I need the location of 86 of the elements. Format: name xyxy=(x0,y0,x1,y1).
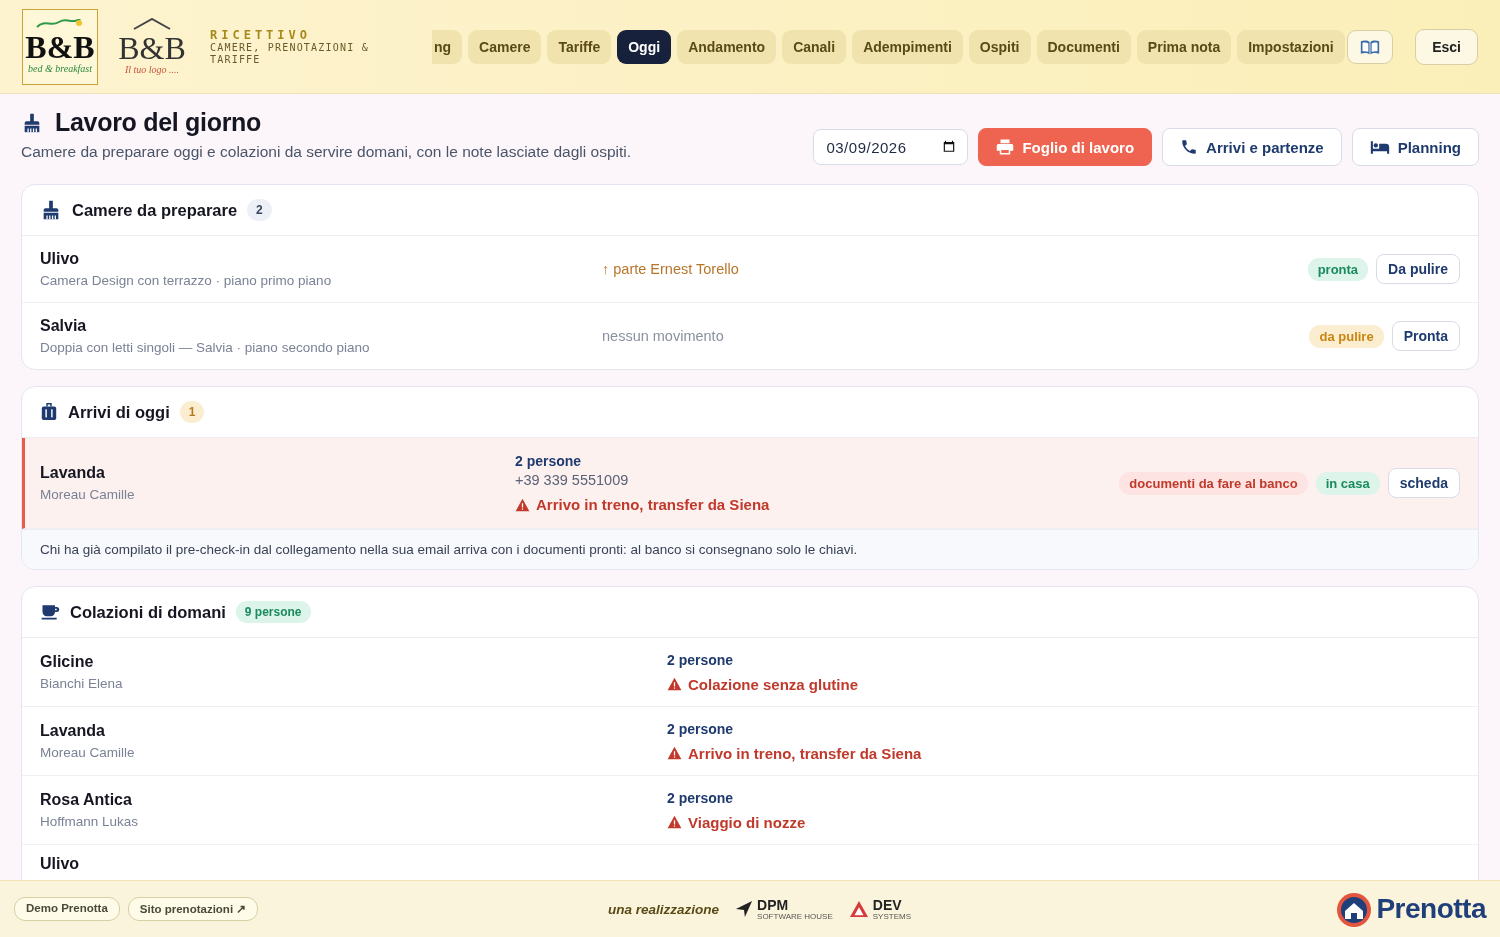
room-name: Glicine xyxy=(40,653,95,671)
nav-tab[interactable]: Adempimenti xyxy=(852,29,963,64)
guest-name: Hoffmann Lukas xyxy=(40,814,140,829)
logout-button[interactable]: Esci xyxy=(1415,28,1478,65)
room-name: Ulivo xyxy=(40,250,81,268)
room-name: Lavanda xyxy=(40,722,106,740)
nav-tab[interactable]: Camere xyxy=(468,29,542,64)
room-name: Salvia xyxy=(40,317,88,335)
date-field[interactable]: 03/09/2026 xyxy=(813,129,969,165)
bed-icon xyxy=(1369,138,1390,156)
guest-note: Colazione senza glutine xyxy=(667,675,1460,693)
landscape-icon xyxy=(35,19,85,29)
status-tag: da pulire xyxy=(1309,324,1384,348)
book-icon xyxy=(1360,38,1381,55)
partner-name: DEV xyxy=(872,897,903,912)
status-button[interactable]: Da pulire xyxy=(1376,254,1460,284)
details-button[interactable]: scheda xyxy=(1387,468,1460,498)
logo-text: B&B xyxy=(118,32,186,64)
room-detail: Doppia con letti singoli — Salvia · piano secondo piano xyxy=(40,340,371,355)
brand-title: RICETTIVO xyxy=(210,27,313,42)
count-badge: 2 xyxy=(247,199,272,221)
phone-icon xyxy=(1180,138,1199,156)
room-name: Lavanda xyxy=(40,464,106,482)
nav-tab[interactable]: ng xyxy=(432,29,463,64)
cup-icon xyxy=(40,602,60,622)
section-title: Colazioni di domani xyxy=(70,602,226,622)
guest-note: Arrivo in treno, transfer da Siena xyxy=(667,744,1460,762)
status-tag: documenti da fare al banco xyxy=(1119,471,1308,495)
movement-text: ↑ parte Ernest Torello xyxy=(602,261,740,277)
partner-tagline: SYSTEMS xyxy=(872,912,911,921)
guest-name: Moreau Camille xyxy=(40,745,136,760)
logo-caption: bed & breakfast xyxy=(27,63,93,74)
footer-link[interactable]: Demo Prenotta xyxy=(14,897,120,921)
product-logo: Prenotta xyxy=(1336,890,1486,928)
warning-icon xyxy=(515,497,530,512)
planning-button[interactable]: Planning xyxy=(1351,128,1479,166)
credit-text: una realizzazione xyxy=(608,901,720,917)
nav-tab[interactable]: Oggi xyxy=(617,29,672,64)
count-badge: 9 persone xyxy=(235,601,311,623)
nav-tab[interactable]: Ospiti xyxy=(968,29,1031,64)
arrivals-departures-button[interactable]: Arrivi e partenze xyxy=(1162,128,1342,166)
guide-button[interactable] xyxy=(1347,29,1394,64)
warning-icon xyxy=(667,677,682,691)
calendar-icon xyxy=(942,139,957,153)
persons-count: 2 persone xyxy=(667,720,735,737)
house-badge-icon xyxy=(1336,890,1373,928)
nav-tab[interactable]: Prima nota xyxy=(1136,29,1232,64)
phone-number: +39 339 5551009 xyxy=(515,472,630,488)
nav-tab[interactable]: Documenti xyxy=(1036,29,1131,64)
persons-count: 2 persone xyxy=(667,789,735,806)
nav-tab[interactable]: Tariffe xyxy=(547,29,612,64)
room-detail: Camera Design con terrazzo · piano primo piano xyxy=(40,273,333,288)
page-title: Lavoro del giorno xyxy=(55,108,262,137)
printer-icon xyxy=(996,138,1015,156)
info-note: Chi ha già compilato il pre-check-in dal collegamento nella sua email arriva con i documenti pronti: al banco si consegnano solo le chiavi. xyxy=(22,529,1478,569)
guest-name: Moreau Camille xyxy=(40,487,136,502)
guest-note: Arrivo in treno, transfer da Siena xyxy=(515,496,1120,513)
count-badge: 1 xyxy=(179,401,205,423)
partner-name: DPM xyxy=(757,897,790,912)
logo-caption: Il tuo logo .... xyxy=(124,64,180,75)
room-name: Ulivo xyxy=(40,855,81,873)
status-button[interactable]: Pronta xyxy=(1391,321,1460,351)
house-roof-icon xyxy=(132,18,172,30)
section-title: Camere da preparare xyxy=(72,200,238,220)
section-title: Arrivi di oggi xyxy=(68,402,170,422)
arrow-mark-icon xyxy=(735,900,754,918)
suitcase-icon xyxy=(40,402,58,422)
partner-tagline: SOFTWARE HOUSE xyxy=(757,912,833,921)
nav-tab[interactable]: Impostazioni xyxy=(1237,29,1345,64)
warning-icon xyxy=(667,815,682,829)
footer-link[interactable]: Sito prenotazioni ↗ xyxy=(127,897,259,921)
brand-subtitle: CAMERE, PRENOTAZIONI & TARIFFE xyxy=(210,41,370,66)
warning-icon xyxy=(667,746,682,760)
guest-name: Bianchi Elena xyxy=(40,676,124,691)
movement-text: nessun movimento xyxy=(602,328,725,344)
status-tag: in casa xyxy=(1315,471,1380,495)
guest-note: Viaggio di nozze xyxy=(667,813,1460,831)
nav-tab[interactable]: Andamento xyxy=(677,29,777,64)
nav-tab[interactable]: Canali xyxy=(782,29,847,64)
page-subtitle: Camere da preparare oggi e colazioni da servire domani, con le note lasciate dagli ospiti. xyxy=(21,143,631,161)
status-tag: pronta xyxy=(1307,257,1369,281)
room-name: Rosa Antica xyxy=(40,791,133,809)
logo-text: B&B xyxy=(25,31,95,63)
triangle-mark-icon xyxy=(848,900,869,918)
persons-count: 2 persone xyxy=(667,651,735,668)
persons-count: 2 persone xyxy=(515,453,583,469)
